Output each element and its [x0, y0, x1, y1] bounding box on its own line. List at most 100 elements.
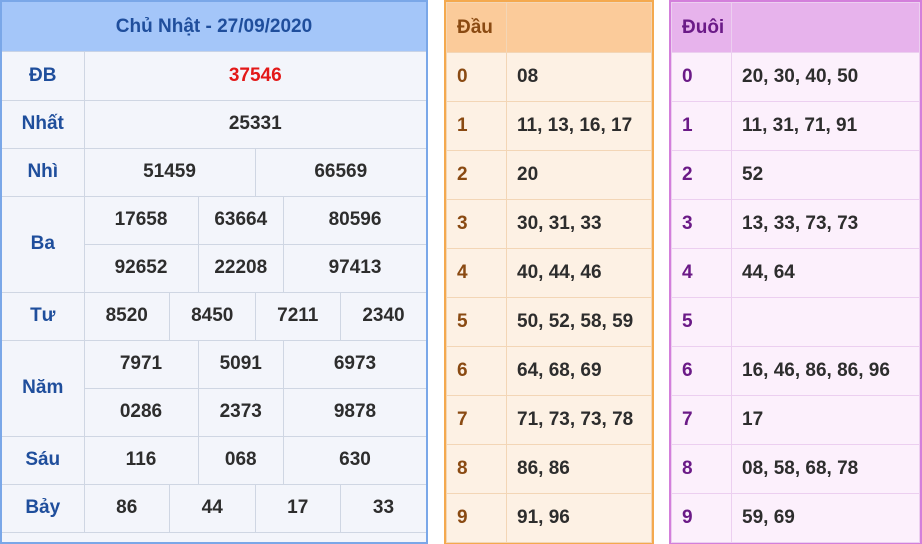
head-row: 7 71, 73, 73, 78: [446, 395, 652, 445]
head-digits-table: Đầu 0 08 1 11, 13, 16, 17 2 20 3 30, 31, 33 …: [444, 0, 654, 544]
head-values: 11, 13, 16, 17: [506, 101, 652, 151]
prize-value-nhi: 51459: [83, 147, 256, 197]
tail-header-label: Đuôi: [671, 2, 732, 53]
prize-value-nam: 9878: [283, 387, 426, 437]
tail-values: 17: [731, 395, 920, 445]
head-key: 7: [446, 395, 507, 445]
prize-value-sau: 068: [197, 435, 284, 485]
head-row: 3 30, 31, 33: [446, 199, 652, 249]
tail-row: 6 16, 46, 86, 86, 96: [671, 346, 920, 396]
head-values: 91, 96: [506, 493, 652, 543]
prize-value-tu: 7211: [254, 291, 341, 341]
head-values: 20: [506, 150, 652, 200]
prize-value-nhi: 66569: [254, 147, 426, 197]
prize-value-tu: 2340: [340, 291, 426, 341]
tail-header-empty: [731, 2, 920, 53]
prize-value-nam: 2373: [197, 387, 284, 437]
prize-value-ba: 92652: [84, 243, 199, 293]
prize-value-nam: 5091: [197, 339, 284, 389]
head-header-label: Đầu: [446, 2, 507, 53]
prize-value-ba: 22208: [197, 243, 284, 293]
prize-value-nam: 6973: [283, 339, 426, 389]
head-header-empty: [506, 2, 652, 53]
tail-values: 20, 30, 40, 50: [731, 52, 920, 102]
head-row: 9 91, 96: [446, 493, 652, 543]
prize-row-bay: Bảy 86 44 17 33: [2, 483, 426, 533]
tail-row: 5: [671, 297, 920, 347]
head-row: 8 86, 86: [446, 444, 652, 494]
head-values: 50, 52, 58, 59: [506, 297, 652, 347]
tail-key: 6: [671, 346, 732, 396]
head-values: 40, 44, 46: [506, 248, 652, 298]
head-values: 71, 73, 73, 78: [506, 395, 652, 445]
prize-value-ba: 63664: [197, 195, 284, 245]
tail-values: 52: [731, 150, 920, 200]
tail-values: 13, 33, 73, 73: [731, 199, 920, 249]
tail-values: 16, 46, 86, 86, 96: [731, 346, 920, 396]
head-row: 4 40, 44, 46: [446, 248, 652, 298]
head-key: 0: [446, 52, 507, 102]
head-key: 3: [446, 199, 507, 249]
tail-values: 11, 31, 71, 91: [731, 101, 920, 151]
head-key: 4: [446, 248, 507, 298]
results-title: Chủ Nhật - 27/09/2020: [2, 2, 426, 52]
tail-row: 1 11, 31, 71, 91: [671, 101, 920, 151]
prize-label-ba: Ba: [2, 195, 85, 293]
tail-key: 2: [671, 150, 732, 200]
tail-digits-table: Đuôi 0 20, 30, 40, 50 1 11, 31, 71, 91 2 52…: [669, 0, 922, 544]
prize-value-sau: 116: [83, 435, 199, 485]
head-key: 1: [446, 101, 507, 151]
tail-key: 0: [671, 52, 732, 102]
head-values: 08: [506, 52, 652, 102]
tail-values: 59, 69: [731, 493, 920, 543]
prize-value-ba: 80596: [283, 195, 426, 245]
prize-label-nhi: Nhì: [2, 147, 85, 197]
head-row: 0 08: [446, 52, 652, 102]
prize-value-tu: 8520: [83, 291, 170, 341]
prize-value-bay: 44: [169, 483, 256, 533]
tail-values: [731, 297, 920, 347]
prize-value-bay: 33: [340, 483, 426, 533]
tail-header-row: Đuôi: [671, 2, 920, 53]
head-row: 5 50, 52, 58, 59: [446, 297, 652, 347]
prize-label-nhat: Nhất: [2, 99, 85, 149]
prize-label-sau: Sáu: [2, 435, 85, 485]
prize-value-nhat: 25331: [83, 99, 426, 149]
prize-value-nam: 0286: [84, 387, 199, 437]
tail-row: 0 20, 30, 40, 50: [671, 52, 920, 102]
prize-value-tu: 8450: [169, 291, 256, 341]
tail-row: 3 13, 33, 73, 73: [671, 199, 920, 249]
prize-label-bay: Bảy: [2, 483, 85, 533]
tail-row: 2 52: [671, 150, 920, 200]
tail-key: 9: [671, 493, 732, 543]
prize-value-sau: 630: [283, 435, 426, 485]
tail-key: 8: [671, 444, 732, 494]
prize-value-nam: 7971: [83, 339, 199, 389]
prize-row-nam: Năm 7971 5091 6973: [2, 339, 426, 437]
prize-label-db: ĐB: [2, 52, 85, 101]
prize-value-bay: 17: [254, 483, 341, 533]
tail-row: 8 08, 58, 68, 78: [671, 444, 920, 494]
head-row: 6 64, 68, 69: [446, 346, 652, 396]
tail-values: 08, 58, 68, 78: [731, 444, 920, 494]
lottery-results-table: Chủ Nhật - 27/09/2020 ĐB 37546 Nhất 2533…: [0, 0, 428, 544]
prize-row-ba: Ba 17658 63664 80596: [2, 195, 426, 293]
head-key: 9: [446, 493, 507, 543]
tail-key: 4: [671, 248, 732, 298]
tail-values: 44, 64: [731, 248, 920, 298]
prize-row-sau: Sáu 116 068 630: [2, 435, 426, 485]
prize-row-db: ĐB 37546: [2, 52, 426, 101]
prize-value-db: 37546: [83, 52, 426, 101]
prize-value-ba: 17658: [83, 195, 199, 245]
prize-row-nhi: Nhì 51459 66569: [2, 147, 426, 197]
head-key: 6: [446, 346, 507, 396]
prize-value-bay: 86: [83, 483, 170, 533]
tail-row: 4 44, 64: [671, 248, 920, 298]
prize-row-tu: Tư 8520 8450 7211 2340: [2, 291, 426, 341]
tail-row: 9 59, 69: [671, 493, 920, 543]
head-key: 2: [446, 150, 507, 200]
tail-row: 7 17: [671, 395, 920, 445]
head-values: 30, 31, 33: [506, 199, 652, 249]
head-values: 64, 68, 69: [506, 346, 652, 396]
prizes-table: ĐB 37546 Nhất 25331 Nhì 51459 66569 Ba 1…: [2, 52, 426, 533]
